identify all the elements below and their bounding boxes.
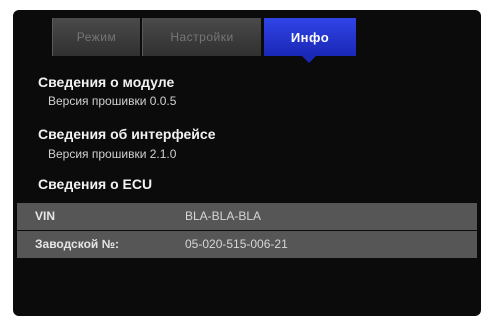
module-firmware-version: Версия прошивки 0.0.5 [48, 94, 177, 108]
table-row-vin: VIN BLA-BLA-BLA [17, 203, 477, 230]
serial-label: Заводской №: [35, 237, 119, 251]
ecu-info-table: VIN BLA-BLA-BLA Заводской №: 05-020-515-… [17, 203, 477, 259]
tab-mode[interactable]: Режим [52, 18, 140, 56]
interface-section-title: Сведения об интерфейсе [38, 126, 216, 142]
active-tab-pointer-icon [302, 56, 316, 63]
table-row-serial: Заводской №: 05-020-515-006-21 [17, 231, 477, 258]
module-section-title: Сведения о модуле [38, 74, 175, 90]
vin-value: BLA-BLA-BLA [185, 209, 262, 223]
vin-label: VIN [35, 209, 56, 223]
app-window: Режим Настройки Инфо Сведения о модуле В… [13, 10, 481, 316]
tab-info-label: Инфо [290, 29, 330, 45]
tab-info[interactable]: Инфо [264, 18, 356, 63]
serial-value: 05-020-515-006-21 [185, 237, 288, 251]
tab-settings[interactable]: Настройки [142, 18, 261, 56]
interface-firmware-version: Версия прошивки 2.1.0 [48, 147, 177, 161]
tab-bar: Режим Настройки Инфо [13, 10, 481, 63]
ecu-section-title: Сведения о ECU [38, 176, 153, 192]
